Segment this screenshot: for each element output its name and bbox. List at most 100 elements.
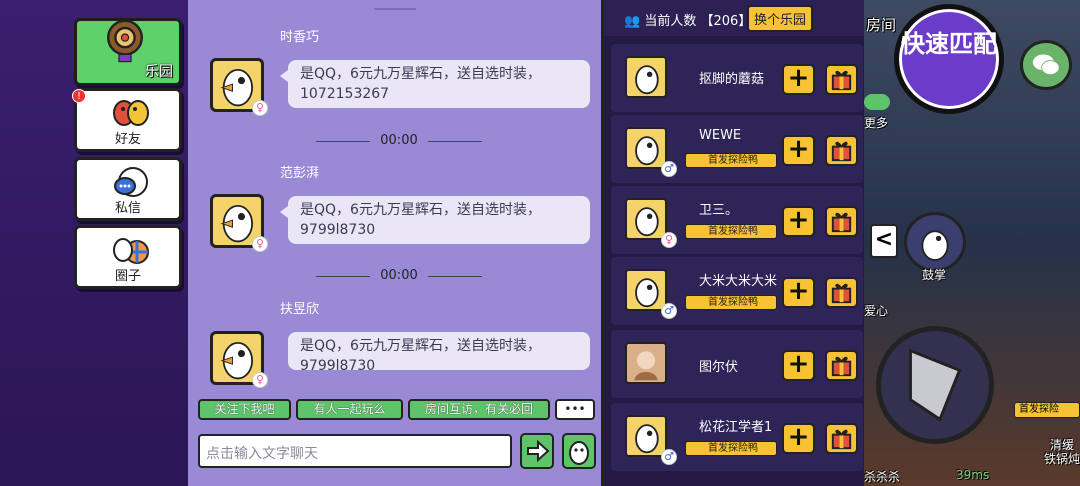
ferris-wheel-icon: [107, 19, 143, 63]
user-name: WEWE: [699, 128, 742, 143]
gift-button[interactable]: [825, 64, 858, 95]
status-label: 杀杀杀: [864, 470, 901, 484]
action-joystick[interactable]: [876, 326, 994, 444]
nav-messages-button[interactable]: 私信: [74, 157, 182, 221]
gift-button[interactable]: [825, 277, 858, 308]
message-bubble[interactable]: 是QQ，6元九万星辉石，送自选时装，1072153267: [280, 60, 590, 108]
nav-messages-label: 私信: [114, 201, 141, 216]
knife-icon: [908, 348, 962, 422]
arrow-right-icon: [527, 439, 550, 463]
user-avatar[interactable]: [625, 269, 667, 311]
message-sender: 时香巧: [280, 30, 320, 45]
game-scene: 房间 快速匹配 更多 < 鼓掌 爱心 首发探险 清缓 铁锅炖 杀杀杀 39ms: [864, 0, 1080, 486]
gender-male-icon: ♂: [661, 449, 677, 465]
user-avatar[interactable]: [625, 56, 667, 98]
user-name: 图尔伏: [699, 360, 739, 375]
collapse-arrow-button[interactable]: <: [870, 224, 898, 258]
chat-bubble-icon: [114, 167, 148, 197]
user-badge: 首发探险鸭: [685, 153, 777, 168]
user-row[interactable]: 松花江学者1 首发探险鸭 ♂ +: [611, 403, 863, 471]
gender-male-icon: ♂: [661, 303, 677, 319]
gift-button[interactable]: [825, 206, 858, 237]
add-friend-button[interactable]: +: [782, 350, 815, 381]
cheer-button[interactable]: [904, 212, 966, 272]
goose-avatar-icon: [635, 278, 659, 308]
add-friend-button[interactable]: +: [782, 423, 815, 454]
room-label[interactable]: 房间: [866, 14, 896, 35]
nav-circle-label: 圈子: [114, 269, 141, 284]
message-sender: 扶昱欣: [280, 302, 320, 317]
goose-avatar-icon: [635, 136, 659, 166]
time-separator: 00:00: [316, 268, 482, 284]
quick-phrase-button[interactable]: 有人一起玩么: [296, 399, 403, 420]
gift-icon: [831, 212, 852, 233]
quick-phrase-button[interactable]: 房间互访，有关必回: [408, 399, 550, 420]
send-button[interactable]: [520, 433, 554, 469]
user-list-header: 👥 当前人数 【206】 换个乐园: [604, 0, 864, 36]
online-label: 当前人数: [644, 14, 697, 29]
gift-icon: [831, 356, 852, 377]
user-row[interactable]: 卫三。 首发探险鸭 ♀ +: [611, 186, 863, 254]
nav-circle-button[interactable]: 圈子: [74, 225, 182, 289]
user-badge: 首发探险鸭: [685, 295, 777, 310]
quick-match-button[interactable]: 快速匹配: [894, 4, 1004, 114]
goose-avatar-icon: [635, 424, 659, 454]
nav-friends-button[interactable]: 好友: [74, 88, 182, 152]
message-bubble[interactable]: 是QQ，6元九万星辉石，送自选时装，9799l8730: [288, 332, 590, 370]
add-friend-button[interactable]: +: [782, 64, 815, 95]
add-friend-button[interactable]: +: [782, 206, 815, 237]
user-list-panel: 👥 当前人数 【206】 换个乐园 抠脚的蘑菇 + WEWE 首发探险鸭 ♂ +…: [604, 0, 864, 486]
message-bubble[interactable]: 是QQ，6元九万星辉石，送自选时装，9799l8730: [280, 196, 590, 244]
user-row[interactable]: WEWE 首发探险鸭 ♂ +: [611, 115, 863, 183]
chat-panel: 时香巧 ♀ 是QQ，6元九万星辉石，送自选时装，1072153267 00:00…: [188, 0, 604, 486]
quick-phrase-button[interactable]: 关注下我吧: [198, 399, 291, 420]
user-avatar[interactable]: [625, 415, 667, 457]
gift-button[interactable]: [825, 135, 858, 166]
more-phrases-button[interactable]: •••: [555, 399, 595, 420]
love-label: 爱心: [864, 304, 889, 318]
emoji-button[interactable]: [562, 433, 596, 469]
user-badge: 首发探险鸭: [685, 224, 777, 239]
gift-button[interactable]: [825, 350, 858, 381]
user-name: 松花江学者1: [699, 420, 773, 435]
left-nav: 乐园 ! 好友 私信 圈子: [0, 0, 188, 486]
ping-label: 39ms: [956, 468, 990, 482]
gender-male-icon: ♂: [661, 161, 677, 177]
user-row[interactable]: 抠脚的蘑菇 +: [611, 44, 863, 112]
circle-community-icon: [113, 238, 149, 264]
add-friend-button[interactable]: +: [782, 277, 815, 308]
goose-avatar-icon: [635, 207, 659, 237]
gift-icon: [831, 283, 852, 304]
user-name: 卫三。: [699, 203, 739, 218]
drag-handle[interactable]: [374, 8, 416, 10]
wechat-button[interactable]: [1020, 40, 1072, 90]
more-chat-icon: [864, 94, 890, 110]
gender-female-icon: ♀: [661, 232, 677, 248]
gender-female-icon: ♀: [252, 100, 268, 116]
chat-input[interactable]: 点击输入文字聊天: [198, 434, 512, 468]
wechat-icon: [1032, 54, 1060, 76]
user-avatar[interactable]: [625, 198, 667, 240]
user-avatar[interactable]: [625, 127, 667, 169]
user-avatar[interactable]: [625, 342, 667, 384]
add-friend-button[interactable]: +: [782, 135, 815, 166]
clap-goose-icon: [921, 230, 949, 261]
message-sender: 范彭湃: [280, 166, 320, 181]
user-name: 大米大米大米: [699, 274, 778, 289]
goose-emoji-icon: [569, 441, 589, 465]
nav-park-button[interactable]: 乐园: [74, 18, 182, 86]
friends-icon: [113, 100, 149, 126]
game-badge: 首发探险: [1014, 402, 1080, 418]
gift-button[interactable]: [825, 423, 858, 454]
gender-female-icon: ♀: [252, 372, 268, 388]
swap-park-button[interactable]: 换个乐园: [747, 5, 814, 32]
friends-alert-badge: !: [72, 89, 86, 103]
pot-label: 铁锅炖: [1044, 452, 1080, 466]
goose-avatar-icon: [635, 65, 659, 95]
user-row[interactable]: 大米大米大米 首发探险鸭 ♂ +: [611, 257, 863, 325]
cheer-label: 鼓掌: [922, 268, 947, 282]
online-count: 👥 当前人数 【206】: [624, 14, 752, 29]
more-label[interactable]: 更多: [864, 114, 888, 131]
user-row[interactable]: 图尔伏 +: [611, 330, 863, 398]
nav-park-label: 乐园: [145, 64, 173, 80]
